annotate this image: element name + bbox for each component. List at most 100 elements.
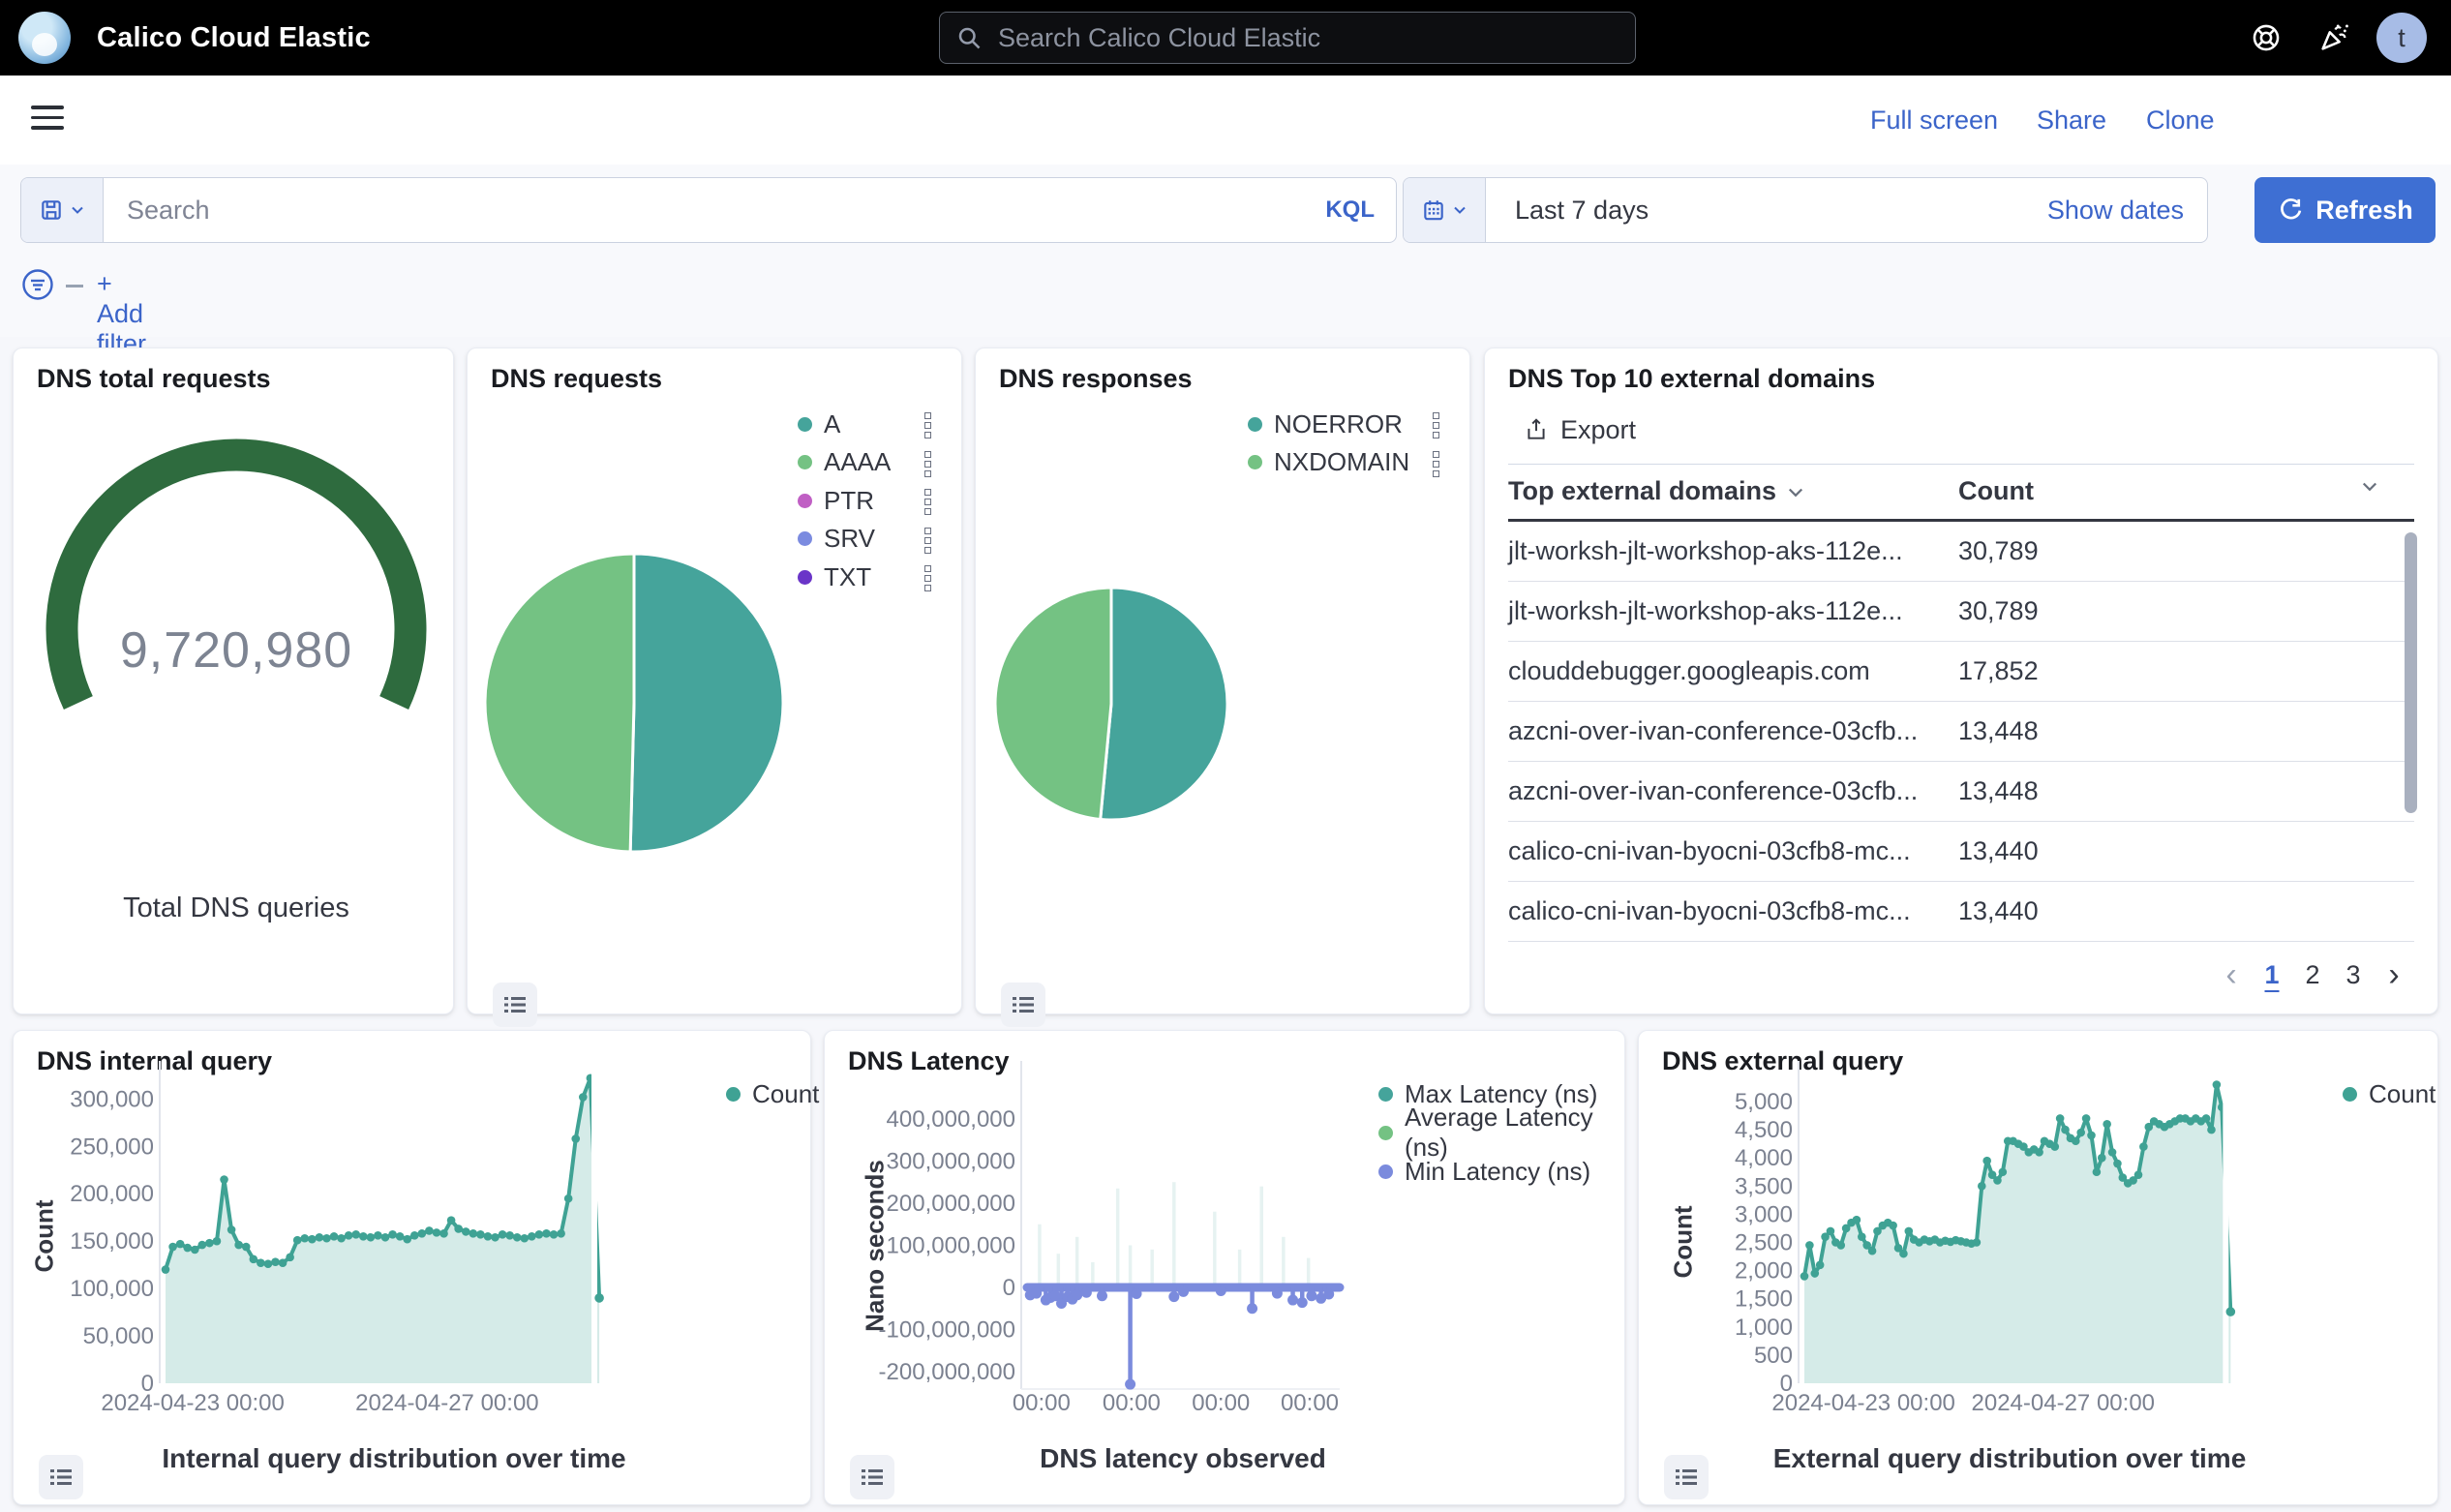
cell-count: 30,789 <box>1958 582 2039 641</box>
svg-text:2,000: 2,000 <box>1735 1258 1793 1285</box>
toolbar: c Dashboard DNS Dashboard Full screen Sh… <box>0 76 2451 165</box>
saved-query-menu[interactable] <box>21 178 104 242</box>
cell-count: 13,440 <box>1958 822 2039 881</box>
cell-domain: azcni-over-ivan-conference-03cfb... <box>1508 702 1918 761</box>
cell-count: 13,440 <box>1958 882 2039 941</box>
legend-dot-icon <box>798 417 812 432</box>
user-avatar[interactable]: t <box>2376 13 2427 63</box>
legend-dot-icon <box>798 531 812 546</box>
svg-text:4,000: 4,000 <box>1735 1145 1793 1171</box>
global-search[interactable] <box>939 12 1636 64</box>
svg-text:3,000: 3,000 <box>1735 1201 1793 1227</box>
chevron-down-icon <box>1786 482 1805 501</box>
legend-item-AAAA[interactable]: AAAA <box>798 445 891 480</box>
export-button[interactable]: Export <box>1524 412 1636 447</box>
app-header: Calico Cloud Elastic <box>0 0 2451 76</box>
menu-icon[interactable] <box>31 106 64 130</box>
calico-logo-icon[interactable] <box>18 12 71 64</box>
legend-item-PTR[interactable]: PTR <box>798 483 874 518</box>
time-range-value[interactable]: Last 7 days <box>1486 196 2047 226</box>
kql-label[interactable]: KQL <box>1325 197 1396 224</box>
table-row: azcni-over-ivan-conference-03cfb...13,44… <box>1508 702 2414 762</box>
query-input-control: KQL <box>20 177 1397 243</box>
help-icon[interactable] <box>2248 19 2285 56</box>
app-title: Calico Cloud Elastic <box>97 0 371 76</box>
legend-dot-icon <box>798 455 812 469</box>
cell-domain: calico-cni-ivan-byocni-03cfb8-mc... <box>1508 822 1911 881</box>
column-sort-count[interactable] <box>2360 476 2379 496</box>
column-header-domain[interactable]: Top external domains <box>1508 476 1805 506</box>
clone-button[interactable]: Clone <box>2146 76 2215 165</box>
panel-dns-latency: DNS Latency Nano seconds DNS latency obs… <box>824 1030 1625 1505</box>
share-button[interactable]: Share <box>2037 76 2106 165</box>
cell-count: 17,852 <box>1958 642 2039 701</box>
svg-text:200,000: 200,000 <box>70 1181 154 1207</box>
svg-text:150,000: 150,000 <box>70 1228 154 1255</box>
add-filter-button[interactable]: + Add filter <box>97 269 146 359</box>
table-row: azcni-over-ivan-conference-03cfb...13,44… <box>1508 762 2414 822</box>
svg-text:5,000: 5,000 <box>1735 1089 1793 1115</box>
pie-slice-NOERROR[interactable] <box>1101 588 1227 820</box>
latency-chart: 400,000,000300,000,000200,000,000100,000… <box>825 1031 1626 1506</box>
refresh-button[interactable]: Refresh <box>2254 177 2436 243</box>
chevron-down-icon <box>2360 476 2379 496</box>
refresh-button-label: Refresh <box>2315 196 2413 226</box>
legend-actions-icon[interactable] <box>924 451 931 477</box>
svg-text:-100,000,000: -100,000,000 <box>879 1317 1015 1344</box>
legend-actions-icon[interactable] <box>924 412 931 438</box>
pagination-prev-icon[interactable]: ‹ <box>2211 956 2252 993</box>
newsfeed-icon[interactable] <box>2315 19 2352 56</box>
panel-dns-responses: DNS responses NOERRORNXDOMAIN <box>975 348 1470 1014</box>
legend-label: PTR <box>824 486 874 516</box>
legend-actions-icon[interactable] <box>1433 412 1439 438</box>
svg-text:00:00: 00:00 <box>1103 1390 1161 1416</box>
legend-dot-icon <box>1248 455 1262 469</box>
legend-item-NOERROR[interactable]: NOERROR <box>1248 407 1403 441</box>
svg-text:00:00: 00:00 <box>1013 1390 1071 1416</box>
legend-dot-icon <box>798 570 812 585</box>
column-header-count[interactable]: Count <box>1958 476 2034 506</box>
legend-actions-icon[interactable] <box>924 565 931 591</box>
legend-item-A[interactable]: A <box>798 407 840 441</box>
panel-title: DNS Top 10 external domains <box>1508 364 1875 394</box>
legend-item-TXT[interactable]: TXT <box>798 559 871 594</box>
svg-text:1,500: 1,500 <box>1735 1286 1793 1313</box>
pagination-page-3[interactable]: 3 <box>2333 956 2374 993</box>
legend-actions-icon[interactable] <box>924 489 931 515</box>
panel-dns-top-domains: DNS Top 10 external domains Export Top e… <box>1484 348 2438 1014</box>
panel-dns-total-requests: DNS total requests 9,720,980 Total DNS q… <box>13 348 454 1014</box>
cell-count: 30,789 <box>1958 522 2039 581</box>
svg-text:3,500: 3,500 <box>1735 1173 1793 1199</box>
legend-label: A <box>824 409 840 439</box>
pie-slice-AAAA[interactable] <box>485 554 634 852</box>
filter-options-icon[interactable] <box>20 267 55 307</box>
legend-actions-icon[interactable] <box>924 528 931 554</box>
calendar-menu[interactable] <box>1404 178 1486 242</box>
table-scrollbar[interactable] <box>2405 532 2417 813</box>
legend-item-NXDOMAIN[interactable]: NXDOMAIN <box>1248 445 1409 480</box>
svg-text:500: 500 <box>1754 1343 1793 1369</box>
time-picker: Last 7 days Show dates <box>1403 177 2208 243</box>
pagination-page-2[interactable]: 2 <box>2292 956 2333 993</box>
pie-slice-NXDOMAIN[interactable] <box>995 588 1111 819</box>
chevron-down-icon <box>1452 202 1468 218</box>
pie-slice-A[interactable] <box>630 554 783 852</box>
table-row: calico-cni-ivan-byocni-03cfb8-mc...13,44… <box>1508 882 2414 942</box>
show-dates-button[interactable]: Show dates <box>2047 196 2207 226</box>
pagination-next-icon[interactable]: › <box>2374 956 2414 993</box>
legend-label: SRV <box>824 524 875 554</box>
svg-text:100,000: 100,000 <box>70 1276 154 1302</box>
filter-bar: KQL Last 7 days Show dates <box>0 165 2451 337</box>
legend-item-SRV[interactable]: SRV <box>798 522 875 557</box>
full-screen-button[interactable]: Full screen <box>1870 76 1998 165</box>
svg-text:300,000,000: 300,000,000 <box>887 1149 1015 1175</box>
legend-actions-icon[interactable] <box>1433 451 1439 477</box>
legend-dot-icon <box>1248 417 1262 432</box>
global-search-input[interactable] <box>996 22 1619 54</box>
cell-domain: jlt-worksh-jlt-workshop-aks-112e... <box>1508 522 1903 581</box>
table-row: clouddebugger.googleapis.com17,852 <box>1508 642 2414 702</box>
svg-text:50,000: 50,000 <box>83 1323 154 1349</box>
legend-label: NXDOMAIN <box>1274 447 1409 477</box>
kql-search-input[interactable] <box>104 196 1325 226</box>
pagination-page-1[interactable]: 1 <box>2252 956 2292 993</box>
